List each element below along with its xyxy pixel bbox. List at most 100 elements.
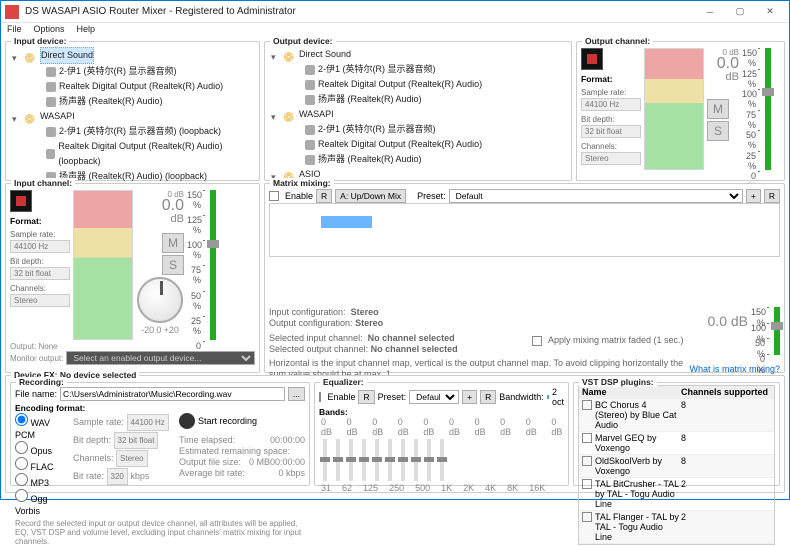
tree-leaf[interactable]: Realtek Digital Output (Realtek(R) Audio… (318, 77, 482, 92)
minimize-button[interactable]: ─ (695, 2, 725, 22)
eq-band-slider[interactable] (375, 439, 379, 481)
enable-checkbox[interactable] (269, 191, 279, 201)
vst-panel: VST DSP plugins: Name Channels supported… (573, 382, 780, 486)
eq-band-slider[interactable] (427, 439, 431, 481)
matrix-grid[interactable] (269, 203, 780, 257)
fmt-wav[interactable] (15, 413, 28, 426)
menu-help[interactable]: Help (77, 24, 96, 39)
plugin-checkbox[interactable] (582, 512, 592, 522)
eq-band-slider[interactable] (323, 439, 327, 481)
device-icon (305, 155, 315, 165)
eq-band-slider[interactable] (401, 439, 405, 481)
stop-button[interactable] (10, 190, 32, 212)
level-meter (73, 190, 133, 340)
eq-band-slider[interactable] (388, 439, 392, 481)
plugin-checkbox[interactable] (582, 479, 592, 489)
plugin-checkbox[interactable] (582, 433, 592, 443)
solo-button[interactable]: S (162, 255, 184, 275)
eq-band-slider[interactable] (336, 439, 340, 481)
apply-checkbox[interactable] (532, 336, 542, 346)
tree-node[interactable]: WASAPI (40, 109, 75, 124)
volume-scale: 150 %125 %100 %75 %50 %25 %0 % (187, 190, 205, 342)
btn-r[interactable]: R (316, 189, 332, 203)
tree-leaf[interactable]: 扬声器 (Realtek(R) Audio) (318, 92, 422, 107)
plugin-list[interactable]: Name Channels supported BC Chorus 4 (Ste… (578, 385, 775, 545)
tree-leaf[interactable]: Realtek Digital Output (Realtek(R) Audio… (59, 79, 223, 94)
close-button[interactable]: ✕ (755, 2, 785, 22)
collapse-icon[interactable]: ▾ (12, 51, 21, 60)
device-icon (305, 80, 315, 90)
sample-rate: 44100 Hz (581, 98, 641, 111)
plugin-row[interactable]: BC Chorus 4 (Stereo) by Blue Cat Audio8 (579, 399, 774, 432)
input-channel-panel: Input channel: Format: Sample rate: 4410… (5, 183, 260, 373)
eq-band-slider[interactable] (414, 439, 418, 481)
fmt-ogg[interactable] (15, 489, 28, 502)
volume-scale: 150 %125 %100 %75 %50 %25 %0 % (742, 48, 760, 172)
record-button[interactable] (179, 413, 195, 429)
eq-enable[interactable] (319, 392, 321, 402)
pan-knob[interactable] (137, 277, 183, 323)
channels: Stereo (581, 152, 641, 165)
tree-leaf[interactable]: 2-伊1 (英特尔(R) 显示器音频) (loopback) (59, 124, 221, 139)
disc-icon: 📀 (24, 112, 37, 121)
device-icon (46, 97, 56, 107)
tree-leaf[interactable]: 扬声器 (Realtek(R) Audio) (318, 152, 422, 167)
device-icon (305, 140, 315, 150)
tree-leaf[interactable]: 2-伊1 (英特尔(R) 显示器音频) (318, 62, 436, 77)
maximize-button[interactable]: ▢ (725, 2, 755, 22)
plugin-row[interactable]: Marvel GEQ by Voxengo8 (579, 432, 774, 455)
tree-node[interactable]: Direct Sound (299, 47, 351, 62)
solo-button[interactable]: S (707, 121, 729, 141)
titlebar: DS WASAPI ASIO Router Mixer - Registered… (1, 1, 789, 23)
matrix-panel: Matrix mixing: Enable R A: Up/Down Mix P… (264, 183, 785, 373)
bit-depth: 32 bit float (581, 125, 641, 138)
tree-leaf[interactable]: 2-伊1 (英特尔(R) 显示器音频) (318, 122, 436, 137)
eq-band-slider[interactable] (362, 439, 366, 481)
filename-input[interactable] (60, 387, 285, 401)
tree-node[interactable]: WASAPI (299, 107, 334, 122)
matrix-slider[interactable] (774, 307, 780, 355)
tree-leaf[interactable]: Realtek Digital Output (Realtek(R) Audio… (58, 139, 255, 169)
plugin-row[interactable]: TAL Flanger - TAL by TAL - Togu Audio Li… (579, 511, 774, 544)
output-device-tree[interactable]: ▾📀Direct Sound 2-伊1 (英特尔(R) 显示器音频) Realt… (269, 44, 567, 197)
preset-select[interactable]: Default (449, 189, 743, 203)
matrix-help-link[interactable]: What is matrix mixing? (689, 364, 780, 375)
updown-button[interactable]: A: Up/Down Mix (335, 189, 406, 203)
plugin-checkbox[interactable] (582, 456, 592, 466)
output-channel-panel: Output channel: Format: Sample rate: 441… (576, 41, 785, 181)
mute-button[interactable]: M (707, 99, 729, 119)
collapse-icon[interactable]: ▾ (271, 110, 280, 119)
browse-button[interactable]: ... (288, 387, 305, 401)
panel-title: Input channel: (11, 178, 75, 188)
device-icon (305, 95, 315, 105)
plugin-row[interactable]: OldSkoolVerb by Voxengo8 (579, 455, 774, 478)
btn-plus[interactable]: + (746, 189, 761, 203)
eq-band-slider[interactable] (349, 439, 353, 481)
volume-slider[interactable] (210, 190, 216, 340)
menubar: File Options Help (1, 23, 789, 40)
collapse-icon[interactable]: ▾ (12, 112, 21, 121)
stop-button[interactable] (581, 48, 603, 70)
fmt-mp3[interactable] (15, 473, 28, 486)
tree-node[interactable]: Direct Sound (40, 47, 94, 64)
tree-leaf[interactable]: Realtek Digital Output (Realtek(R) Audio… (318, 137, 482, 152)
device-icon (305, 65, 315, 75)
fmt-opus[interactable] (15, 441, 28, 454)
btn-minus[interactable]: R (764, 189, 780, 203)
monitor-select[interactable]: Select an enabled output device... (66, 351, 255, 365)
tree-leaf[interactable]: 扬声器 (Realtek(R) Audio) (59, 94, 163, 109)
eq-panel: Equalizer: Enable R Preset: Default +R B… (314, 382, 569, 486)
mute-button[interactable]: M (162, 233, 184, 253)
bandwidth-slider[interactable] (547, 395, 549, 399)
fmt-flac[interactable] (15, 457, 28, 470)
collapse-icon[interactable]: ▾ (271, 50, 280, 59)
plugin-checkbox[interactable] (582, 400, 592, 410)
volume-slider[interactable] (765, 48, 771, 170)
eq-reset[interactable]: R (358, 390, 374, 404)
plugin-row[interactable]: TAL BitCrusher - TAL by TAL - Togu Audio… (579, 478, 774, 511)
tree-leaf[interactable]: 扬声器 (Realtek(R) Audio) (loopback) (59, 169, 207, 184)
disc-icon: 📀 (283, 110, 296, 119)
eq-preset[interactable]: Default (409, 390, 459, 404)
tree-leaf[interactable]: 2-伊1 (英特尔(R) 显示器音频) (59, 64, 177, 79)
eq-band-slider[interactable] (440, 439, 444, 481)
